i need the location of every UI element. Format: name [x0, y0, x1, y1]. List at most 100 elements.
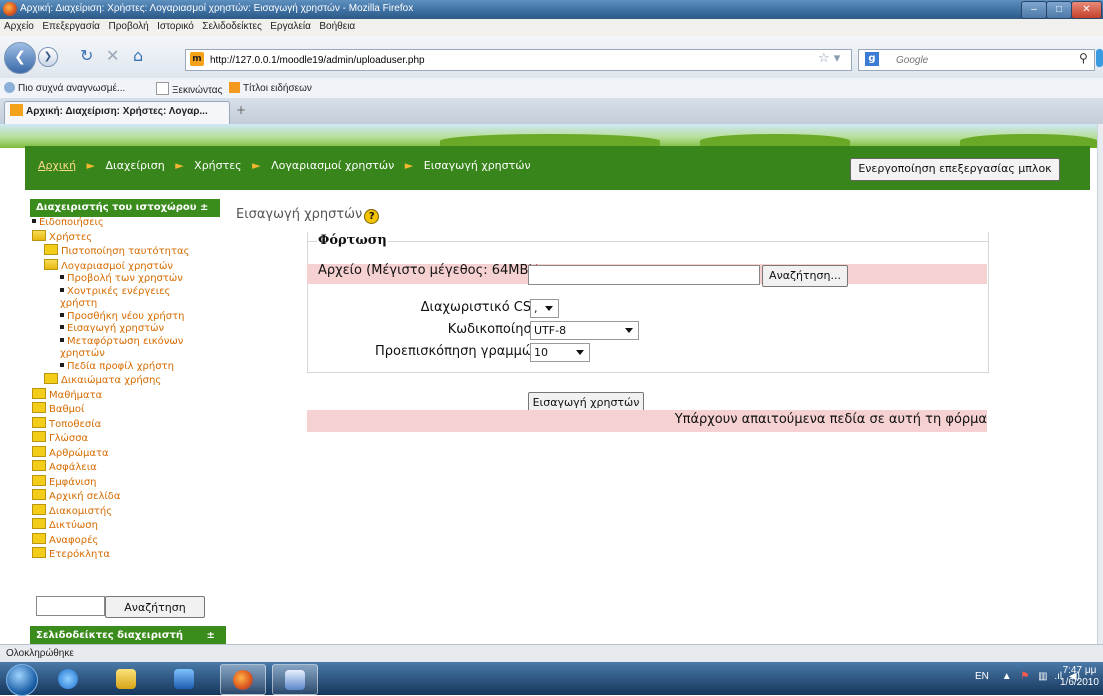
sidebar-item[interactable]: Δικαιώματα χρήσης — [30, 373, 220, 388]
search-input[interactable] — [894, 51, 1048, 69]
menu-history[interactable]: Ιστορικό — [157, 21, 194, 32]
folder-icon — [32, 503, 46, 515]
tray-expand-icon[interactable]: ▲ — [1002, 671, 1012, 682]
sidebar-item[interactable]: Πιστοποίηση ταυτότητας — [30, 244, 220, 259]
folder-icon — [32, 416, 46, 428]
window-title-bar: Αρχική: Διαχείριση: Χρήστες: Λογαριασμοί… — [0, 0, 1103, 19]
hide-block-icon[interactable]: ± — [207, 630, 215, 641]
breadcrumb-accounts[interactable]: Λογαριασμοί χρηστών — [271, 159, 394, 172]
sidebar-item[interactable]: Λογαριασμοί χρηστών — [30, 258, 220, 274]
sidebar-item[interactable]: Βαθμοί — [30, 402, 220, 417]
sidebar-item[interactable]: Τοποθεσία — [30, 416, 220, 432]
sidebar-item[interactable]: Μαθήματα — [30, 387, 220, 403]
firefox-icon — [3, 2, 17, 16]
url-input[interactable] — [208, 51, 792, 69]
sidebar-item[interactable]: Εισαγωγή χρηστών — [30, 323, 210, 336]
help-icon[interactable]: ? — [364, 209, 380, 224]
network-icon[interactable]: ▥ — [1038, 671, 1047, 682]
sidebar-item[interactable]: Εμφάνιση — [30, 474, 220, 490]
folder-icon — [32, 431, 46, 442]
sidebar-item[interactable]: Αναφορές — [30, 532, 220, 548]
minimize-button[interactable]: – — [1021, 1, 1047, 19]
menu-bookmarks[interactable]: Σελιδοδείκτες — [202, 21, 261, 32]
sidebar-item[interactable]: Πεδία προφίλ χρήστη — [30, 361, 210, 374]
menu-help[interactable]: Βοήθεια — [319, 21, 355, 32]
preview-row: Προεπισκόπηση γραμμών — [307, 342, 987, 362]
file-explorer-icon[interactable] — [104, 664, 148, 693]
sidebar-item-label: Εισαγωγή χρηστών — [67, 323, 165, 334]
sidebar-item[interactable]: Ειδοποιήσεις — [30, 217, 220, 230]
sidebar-item[interactable]: Αρθρώματα — [30, 445, 220, 461]
breadcrumb-users[interactable]: Χρήστες — [194, 159, 242, 172]
internet-explorer-icon[interactable] — [46, 664, 90, 693]
search-bar[interactable]: g ⚲ — [858, 49, 1095, 71]
bookmark-headlines[interactable]: Τίτλοι ειδήσεων — [229, 82, 312, 94]
word-taskbar-icon[interactable] — [272, 664, 318, 695]
new-tab-icon[interactable]: + — [232, 103, 250, 121]
clock[interactable]: 7:47 μμ 1/6/2010 — [1060, 665, 1099, 689]
csv-delimiter-select[interactable]: , — [530, 299, 559, 318]
home-icon[interactable]: ⌂ — [133, 46, 143, 65]
sidebar-item[interactable]: Γλώσσα — [30, 431, 220, 446]
tab-strip: Αρχική: Διαχείριση: Χρήστες: Λογαρ... + — [0, 98, 1103, 125]
folder-icon — [32, 387, 46, 399]
sidebar-item[interactable]: Διακομιστής — [30, 503, 220, 519]
sidebar-item[interactable]: Προβολή των χρηστών — [30, 273, 210, 286]
admin-bookmarks-title[interactable]: Σελιδοδείκτες διαχειριστή ± — [30, 626, 226, 644]
sidebar-item[interactable]: Μεταφόρτωση εικόνων χρηστών — [30, 336, 210, 361]
sidebar-item[interactable]: Χρήστες — [30, 229, 220, 245]
browse-button[interactable]: Αναζήτηση... — [762, 265, 848, 287]
firefox-taskbar-icon[interactable] — [220, 664, 266, 695]
media-player-icon[interactable] — [162, 664, 206, 693]
sidebar-item[interactable]: Ετερόκλητα — [30, 547, 220, 562]
sidebar-item-label: Γλώσσα — [49, 433, 89, 444]
preview-rows-select[interactable]: 10 — [530, 343, 590, 362]
start-button[interactable] — [6, 664, 38, 696]
menu-view[interactable]: Προβολή — [108, 21, 148, 32]
sidebar-item[interactable]: Χοντρικές ενέργειες χρήστη — [30, 286, 210, 311]
folder-icon — [44, 373, 58, 384]
vertical-scrollbar[interactable] — [1097, 124, 1103, 644]
skype-icon[interactable] — [1096, 49, 1103, 67]
sidebar-item-label: Αναφορές — [49, 534, 99, 546]
admin-search-button[interactable]: Αναζήτηση — [105, 596, 205, 618]
menu-bar: Αρχείο Επεξεργασία Προβολή Ιστορικό Σελι… — [0, 19, 1103, 37]
encoding-select[interactable]: UTF-8 — [530, 321, 639, 340]
csv-delimiter-label: Διαχωριστικό CSV — [420, 300, 540, 315]
menu-file[interactable]: Αρχείο — [4, 21, 34, 32]
hide-block-icon[interactable]: ± — [200, 202, 208, 213]
search-icon[interactable]: ⚲ — [1079, 51, 1088, 65]
menu-tools[interactable]: Εργαλεία — [270, 21, 311, 32]
flag-icon[interactable]: ⚑ — [1020, 671, 1029, 682]
bookmark-most-visited[interactable]: Πιο συχνά αναγνωσμέ... — [4, 82, 125, 94]
turn-editing-on-button[interactable]: Ενεργοποίηση επεξεργασίας μπλοκ — [850, 158, 1060, 181]
sidebar-item[interactable]: Προσθήκη νέου χρήστη — [30, 311, 210, 324]
bullet-icon — [60, 312, 64, 317]
breadcrumb-home[interactable]: Αρχική — [38, 159, 76, 172]
site-admin-title[interactable]: Διαχειριστής του ιστοχώρου ± — [30, 199, 220, 217]
sidebar-item[interactable]: Δικτύωση — [30, 518, 220, 533]
bookmark-getting-started[interactable]: Ξεκινώντας — [156, 82, 222, 96]
address-bar[interactable]: m ☆ ▾ — [185, 49, 852, 71]
bookmark-star-icon[interactable]: ☆ ▾ — [818, 51, 840, 66]
breadcrumb-admin[interactable]: Διαχείριση — [106, 159, 165, 172]
maximize-button[interactable]: □ — [1046, 1, 1072, 19]
admin-search-input[interactable] — [36, 596, 105, 616]
stop-icon[interactable]: ✕ — [106, 46, 119, 65]
forward-icon[interactable]: ❯ — [38, 47, 58, 67]
admin-search: Αναζήτηση — [36, 596, 205, 618]
sidebar-item[interactable]: Ασφάλεια — [30, 460, 220, 475]
google-icon[interactable]: g — [865, 52, 879, 66]
file-input[interactable] — [528, 265, 760, 285]
back-icon[interactable]: ❮ — [4, 42, 36, 74]
reload-icon[interactable]: ↻ — [80, 46, 93, 65]
close-button[interactable]: ✕ — [1071, 1, 1102, 19]
encoding-label: Κωδικοποίηση — [447, 322, 540, 337]
menu-edit[interactable]: Επεξεργασία — [42, 21, 100, 32]
language-indicator[interactable]: EN — [975, 671, 989, 682]
breadcrumb-separator: ► — [175, 159, 184, 172]
tab-active[interactable]: Αρχική: Διαχείριση: Χρήστες: Λογαρ... — [4, 101, 230, 124]
sidebar-item[interactable]: Αρχική σελίδα — [30, 489, 220, 504]
sidebar-item-label: Δικτύωση — [49, 520, 98, 531]
folder-icon — [44, 244, 58, 255]
